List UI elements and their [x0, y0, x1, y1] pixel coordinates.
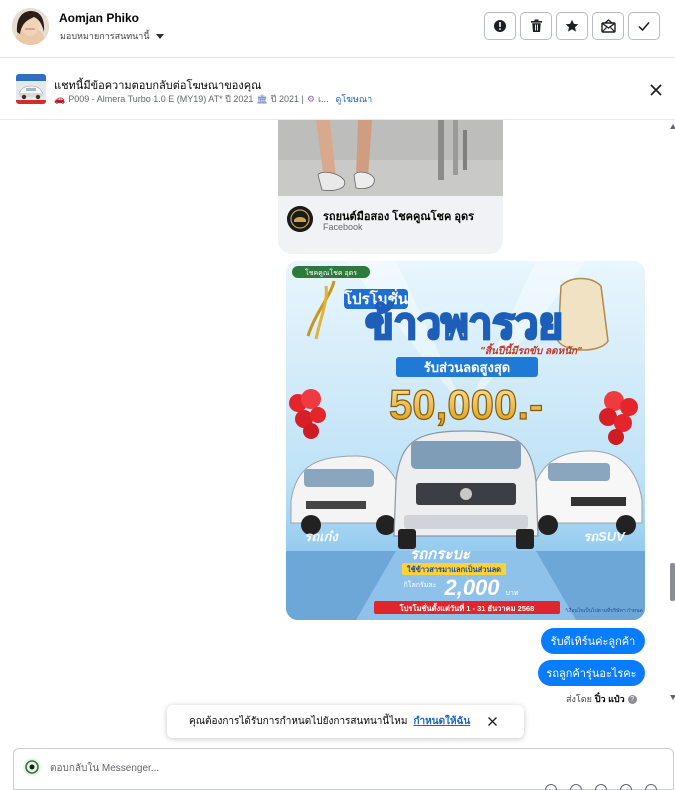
promo-per-kg: กิโลกรัมละ — [404, 580, 437, 589]
assign-label: มอบหมายการสนทนานี้ — [60, 31, 150, 41]
star-icon — [565, 19, 579, 32]
promo-baht: บาท — [506, 590, 519, 597]
sedan-car — [290, 455, 405, 535]
sent-by-info: ส่งโดย ปิ๋ว แป๋ว ? — [566, 692, 637, 706]
sent-by-name: ปิ๋ว แป๋ว — [594, 694, 625, 704]
close-icon[interactable] — [648, 82, 664, 98]
shared-post-card[interactable]: รถยนต์มือสอง โชคคูณโชค อุดร Facebook — [278, 120, 503, 254]
promo-tagline: "สิ้นปีนี้มีรถขับ ลดหนัก" — [480, 343, 582, 357]
reply-input[interactable]: ตอบกลับใน Messenger... — [50, 761, 159, 776]
promo-discount-value: 50,000.- — [389, 381, 543, 428]
scroll-down-arrow-icon[interactable] — [670, 695, 675, 700]
ad-model: P009 - Almera Turbo 1.0 E (MY19) AT* ปี … — [68, 94, 254, 104]
assign-to-me-link[interactable]: กำหนดให้ฉัน — [413, 714, 470, 729]
ad-more-text: เ... — [317, 94, 329, 104]
page-logo — [287, 206, 313, 232]
promo-footnote: *เงื่อนไขเป็นไปตามที่บริษัทฯ กำหนด — [565, 606, 643, 614]
promo-center-label: รถกระบะ — [410, 546, 471, 563]
mark-done-button[interactable] — [628, 12, 660, 40]
promo-right-label: รถSUV — [583, 529, 626, 544]
conversation-header: Aomjan Phiko มอบหมายการสนทนานี้ — [0, 0, 675, 58]
page-logo — [23, 758, 41, 776]
alert-icon — [494, 20, 506, 32]
promo-price: 2,000 — [443, 575, 500, 600]
star-button[interactable] — [556, 12, 588, 40]
image-icon[interactable] — [620, 784, 632, 790]
attach-icon[interactable] — [545, 784, 557, 790]
user-name[interactable]: Aomjan Phiko — [59, 11, 139, 25]
assign-prompt-snackbar: คุณต้องการได้รับการกำหนดไปยังการสนทนานี้… — [167, 705, 524, 738]
delete-button[interactable] — [520, 12, 552, 40]
gear-icon: ⚙ — [306, 93, 315, 104]
trash-icon — [530, 19, 542, 32]
mark-spam-button[interactable] — [484, 12, 516, 40]
more-tools-icon[interactable] — [645, 784, 657, 790]
promo-discount-label: รับส่วนลดสูงสุด — [424, 360, 510, 376]
sent-message-bubble[interactable]: รับดีเทิร์นค่ะลูกค้า — [541, 628, 645, 654]
mark-unread-button[interactable] — [592, 12, 624, 40]
close-icon[interactable] — [487, 716, 498, 727]
promo-period: โปรโมชั่นตั้งแต่วันที่ 1 - 31 ธันวาคม 25… — [399, 602, 535, 613]
scrollbar-thumb[interactable] — [670, 563, 675, 601]
message-composer[interactable]: ตอบกลับใน Messenger... — [13, 748, 674, 790]
scroll-up-arrow-icon[interactable] — [670, 124, 675, 129]
mark-unread-icon — [600, 19, 616, 33]
emoji-icon[interactable] — [570, 784, 582, 790]
check-icon — [638, 22, 650, 32]
assign-prompt-text: คุณต้องการได้รับการกำหนดไปยังการสนทนานี้… — [189, 716, 408, 727]
shared-post-photo — [278, 120, 503, 196]
user-avatar[interactable] — [12, 8, 49, 45]
page-source: Facebook — [323, 222, 363, 232]
promo-image-message[interactable]: โชคคูณโชค อุดร โปรโมชั่น ข้าวพารวย "สิ้น… — [286, 261, 645, 620]
sent-message-bubble[interactable]: รถลูกค้ารุ่นอะไรคะ — [538, 660, 645, 686]
ad-details: 🚗 P009 - Almera Turbo 1.0 E (MY19) AT* ป… — [54, 92, 372, 106]
promo-rice-note: ใช้ข้าวสารมาแลกเป็นส่วนลด — [407, 564, 501, 574]
ad-year: ปี 2021 | — [270, 94, 304, 104]
promo-header-tag: โชคคูณโชค อุดร — [305, 268, 357, 277]
promo-big-title: ข้าวพารวย — [365, 300, 563, 347]
chevron-down-icon — [155, 33, 164, 39]
bank-icon: 🏛 — [256, 93, 268, 104]
view-ad-link[interactable]: ดูโฆษณา — [336, 92, 373, 106]
sent-by-prefix: ส่งโดย — [566, 694, 592, 704]
scrollbar-track[interactable] — [669, 120, 675, 700]
assign-conversation-dropdown[interactable]: มอบหมายการสนทนานี้ — [60, 29, 164, 43]
promo-left-label: รถเก๋ง — [304, 529, 339, 544]
message-thread[interactable]: รถยนต์มือสอง โชคคูณโชค อุดร Facebook โชค… — [0, 120, 675, 745]
car-icon: 🚗 — [54, 93, 66, 104]
shared-post-info: รถยนต์มือสอง โชคคูณโชค อุดร Facebook — [278, 196, 503, 254]
help-icon[interactable]: ? — [627, 694, 637, 704]
pickup-truck — [393, 430, 539, 549]
ad-thumbnail[interactable] — [16, 74, 46, 104]
ad-reply-banner: แชทนี้มีข้อความตอบกลับต่อโฆษณาของคุณ 🚗 P… — [0, 58, 675, 120]
saved-reply-icon[interactable] — [595, 784, 607, 790]
